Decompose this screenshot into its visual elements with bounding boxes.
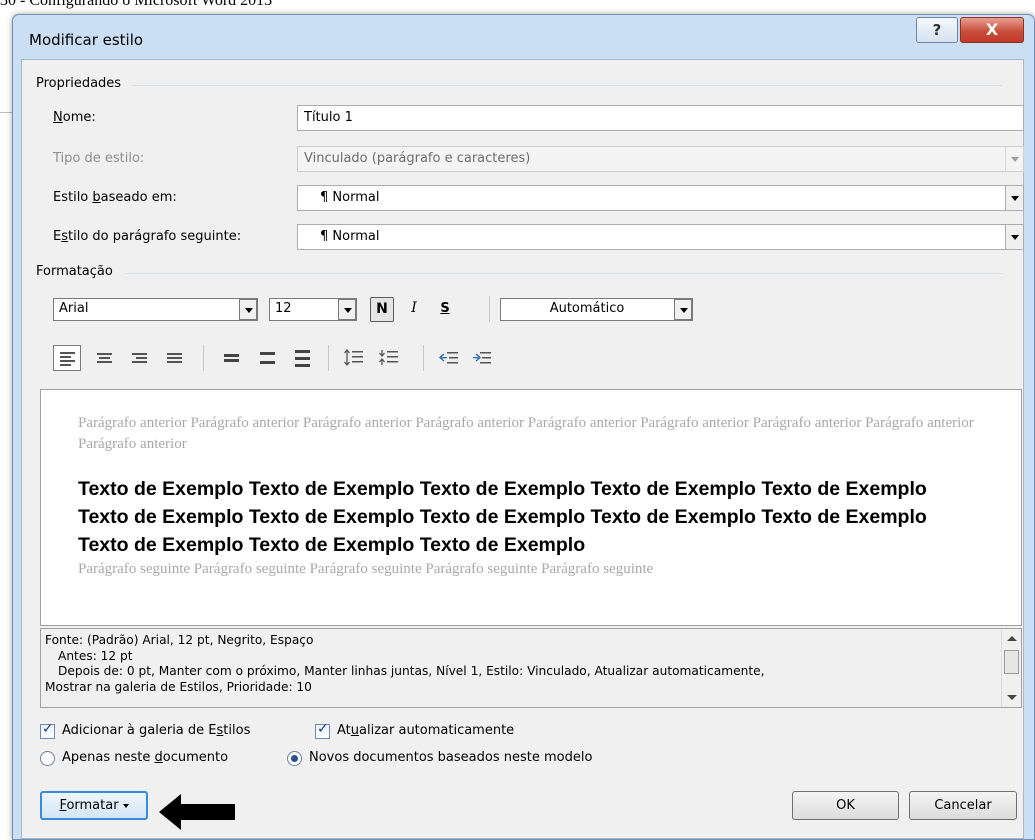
toolbar-separator: [203, 345, 204, 371]
auto-update-label[interactable]: Atualizar automaticamente: [337, 723, 514, 738]
italic-button[interactable]: I: [404, 297, 424, 322]
only-this-document-radio[interactable]: [40, 751, 55, 766]
increase-indent-icon[interactable]: [468, 345, 496, 371]
add-to-gallery-label[interactable]: Adicionar à galeria de Estilos: [62, 723, 250, 738]
only-this-document-label[interactable]: Apenas neste documento: [62, 750, 228, 765]
following-style-label: Estilo do parágrafo seguinte:: [53, 229, 242, 244]
name-label: Nome:: [53, 110, 96, 125]
scroll-up-icon[interactable]: [1007, 636, 1017, 641]
properties-group-label: Propriedades: [36, 76, 122, 91]
scroll-thumb[interactable]: [1004, 650, 1019, 674]
chevron-down-icon: [122, 803, 129, 808]
bold-button[interactable]: N: [370, 297, 394, 322]
color-select[interactable]: Automático: [500, 298, 693, 321]
page-caption: 30 - Configurando o Microsoft Word 2013: [0, 0, 273, 9]
preview-next-paragraph: Parágrafo seguinte Parágrafo seguinte Pa…: [78, 561, 654, 577]
style-description: Fonte: (Padrão) Arial, 12 pt, Negrito, E…: [40, 628, 1022, 708]
toolbar-separator: [423, 345, 424, 371]
properties-divider: [132, 85, 1002, 86]
following-style-value: ¶ Normal: [320, 229, 380, 244]
description-line: Fonte: (Padrão) Arial, 12 pt, Negrito, E…: [45, 633, 314, 647]
pointer-arrow-icon: [159, 794, 235, 830]
chevron-down-icon: [1005, 147, 1023, 171]
description-line: Depois de: 0 pt, Manter com o próximo, M…: [58, 664, 765, 678]
space-before-increase-icon[interactable]: [341, 345, 369, 371]
size-value: 12: [275, 301, 292, 316]
double-spacing-icon[interactable]: [289, 345, 317, 371]
formatting-group-label: Formatação: [36, 264, 113, 279]
add-to-gallery-checkbox[interactable]: [40, 721, 55, 739]
justify-icon[interactable]: [161, 345, 189, 371]
format-button[interactable]: Formatar: [40, 791, 148, 820]
color-value: Automático: [549, 301, 625, 316]
scroll-down-icon[interactable]: [1007, 695, 1017, 700]
window-title: Modificar estilo: [29, 31, 144, 49]
ok-button[interactable]: OK: [792, 791, 899, 820]
toolbar-separator: [328, 345, 329, 371]
font-value: Arial: [59, 301, 89, 316]
size-select[interactable]: 12: [269, 298, 357, 321]
single-spacing-icon[interactable]: [218, 345, 246, 371]
formatting-divider: [126, 273, 1002, 274]
toolbar-separator: [489, 296, 490, 322]
based-on-select[interactable]: ¶ Normal: [297, 185, 1024, 211]
decrease-indent-icon[interactable]: [435, 345, 463, 371]
style-type-select: Vinculado (parágrafo e caracteres): [297, 146, 1024, 172]
chevron-down-icon[interactable]: [338, 299, 356, 320]
chevron-down-icon[interactable]: [1005, 225, 1023, 249]
new-documents-label[interactable]: Novos documentos baseados neste modelo: [309, 750, 592, 765]
description-line: Mostrar na galeria de Estilos, Prioridad…: [45, 679, 312, 694]
new-documents-radio[interactable]: [287, 751, 302, 766]
description-scrollbar[interactable]: [1001, 629, 1021, 707]
align-center-icon[interactable]: [91, 345, 119, 371]
chevron-down-icon[interactable]: [239, 299, 257, 320]
align-left-icon[interactable]: [53, 345, 81, 371]
preview-sample-text: Texto de Exemplo Texto de Exemplo Texto …: [78, 478, 927, 556]
cancel-button[interactable]: Cancelar: [909, 791, 1017, 820]
style-preview: Parágrafo anterior Parágrafo anterior Pa…: [40, 389, 1022, 626]
dialog-client: Propriedades Nome: Título 1 Tipo de esti…: [21, 59, 1024, 839]
one-half-spacing-icon[interactable]: [254, 345, 282, 371]
following-style-select[interactable]: ¶ Normal: [297, 224, 1024, 250]
preview-previous-paragraph: Parágrafo anterior Parágrafo anterior Pa…: [78, 415, 974, 452]
based-on-label: Estilo baseado em:: [53, 190, 177, 205]
title-bar: Modificar estilo ? X: [13, 15, 1034, 59]
based-on-value: ¶ Normal: [320, 190, 380, 205]
chevron-down-icon[interactable]: [674, 299, 692, 320]
auto-update-checkbox[interactable]: [315, 721, 330, 739]
underline-button[interactable]: S: [435, 297, 455, 322]
align-right-icon[interactable]: [126, 345, 154, 371]
font-select[interactable]: Arial: [53, 298, 258, 321]
description-line: Antes: 12 pt: [58, 648, 133, 663]
style-type-value: Vinculado (parágrafo e caracteres): [304, 151, 531, 166]
style-type-label: Tipo de estilo:: [53, 151, 145, 166]
chevron-down-icon[interactable]: [1005, 186, 1023, 210]
help-button[interactable]: ?: [916, 17, 958, 43]
name-input[interactable]: Título 1: [297, 105, 1024, 131]
close-button[interactable]: X: [960, 17, 1024, 43]
space-before-decrease-icon[interactable]: [376, 345, 404, 371]
modify-style-dialog: Modificar estilo ? X Propriedades Nome: …: [12, 14, 1035, 840]
